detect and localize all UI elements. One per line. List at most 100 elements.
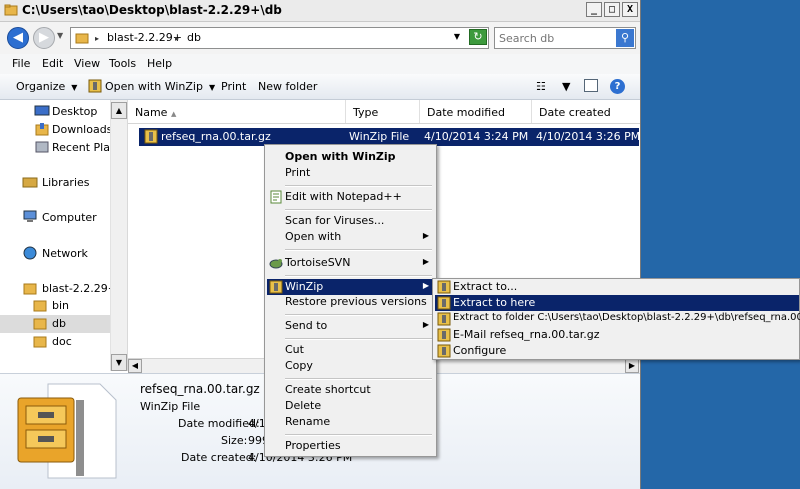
scroll-left-icon[interactable]: ◀ (128, 359, 142, 373)
computer-icon (23, 210, 37, 222)
breadcrumb-db[interactable]: db (187, 31, 201, 44)
menu-item-open-with[interactable]: Open with ▶ (267, 229, 434, 245)
address-dropdown-icon[interactable]: ▼ (454, 32, 460, 41)
nav-item-libraries[interactable]: Libraries (0, 174, 110, 192)
folder-icon (4, 4, 18, 16)
scroll-up-icon[interactable]: ▲ (111, 102, 127, 119)
menu-item-create-shortcut[interactable]: Create shortcut (267, 382, 434, 398)
column-date-created[interactable]: Date created (532, 100, 640, 123)
winzip-file-icon (144, 129, 158, 144)
network-icon (23, 246, 37, 260)
menu-item-scan-viruses[interactable]: Scan for Viruses... (267, 213, 434, 229)
menu-item-tortoisesvn[interactable]: TortoiseSVN ▶ (267, 255, 434, 271)
menu-edit[interactable]: Edit (42, 57, 63, 70)
menu-item-restore-previous[interactable]: Restore previous versions (267, 294, 434, 310)
menu-item-open-with-winzip[interactable]: Open with WinZip (267, 149, 434, 165)
folder-icon (33, 336, 47, 348)
address-bar[interactable]: ▸ blast-2.2.29+ ▸ db ▼ (70, 27, 489, 49)
chevron-down-icon: ▼ (208, 83, 216, 92)
column-date-modified[interactable]: Date modified (420, 100, 532, 123)
column-name[interactable]: Name ▲ (128, 100, 346, 123)
nav-item-downloads[interactable]: Downloads (0, 121, 112, 139)
submenu-arrow-icon: ▶ (422, 281, 429, 290)
minimize-button[interactable]: _ (586, 2, 602, 17)
help-icon[interactable]: ? (610, 79, 625, 94)
winzip-icon (437, 344, 451, 358)
title-bar[interactable]: C:\Users\tao\Desktop\blast-2.2.29+\db _ … (0, 0, 640, 22)
menu-item-send-to[interactable]: Send to ▶ (267, 318, 434, 334)
menu-file[interactable]: File (12, 57, 30, 70)
new-folder-button[interactable]: New folder (258, 80, 317, 93)
menu-item-rename[interactable]: Rename (267, 414, 434, 430)
search-box[interactable]: ⚲ (494, 27, 636, 49)
search-input[interactable] (499, 30, 609, 46)
winzip-archive-icon (17, 383, 117, 479)
column-type[interactable]: Type (346, 100, 420, 123)
forward-button[interactable]: ▶ (33, 27, 55, 49)
submenu-item-email[interactable]: E-Mail refseq_rna.00.tar.gz (435, 327, 799, 343)
back-button[interactable]: ◀ (7, 27, 29, 49)
menu-help[interactable]: Help (147, 57, 172, 70)
menu-bar: File Edit View Tools Help (0, 54, 640, 74)
submenu-item-configure[interactable]: Configure (435, 343, 799, 359)
menu-item-delete[interactable]: Delete (267, 398, 434, 414)
nav-item-blast[interactable]: blast-2.2.29+ (0, 280, 117, 298)
menu-item-print[interactable]: Print (267, 165, 434, 181)
menu-separator (285, 209, 432, 211)
menu-separator (285, 378, 432, 380)
breadcrumb-arrow-icon[interactable]: ▸ (95, 34, 99, 43)
winzip-icon (437, 328, 451, 342)
nav-scrollbar[interactable]: ▲ ▼ (110, 100, 127, 371)
chevron-down-icon[interactable]: ▼ (562, 80, 570, 93)
menu-item-edit-notepadpp[interactable]: Edit with Notepad++ (267, 189, 434, 205)
column-header: Name ▲ Type Date modified Date created (128, 100, 640, 124)
winzip-icon (88, 79, 102, 93)
address-row: ◀ ▶ ▼ ▸ blast-2.2.29+ ▸ db ▼ ↻ ⚲ (0, 22, 640, 54)
nav-item-desktop[interactable]: Desktop (0, 103, 110, 121)
menu-item-properties[interactable]: Properties (267, 438, 434, 454)
scroll-right-icon[interactable]: ▶ (625, 359, 639, 373)
notepadpp-icon (270, 190, 282, 204)
navigation-pane: Desktop Downloads Recent Places Librarie… (0, 100, 128, 371)
recent-pages-dropdown-icon[interactable]: ▼ (57, 31, 63, 40)
search-icon[interactable]: ⚲ (616, 29, 634, 47)
maximize-button[interactable]: □ (604, 2, 620, 17)
context-menu: Open with WinZip Print Edit with Notepad… (264, 144, 437, 457)
chevron-down-icon: ▼ (71, 83, 78, 92)
organize-button[interactable]: Organize ▼ (16, 80, 77, 93)
menu-separator (285, 338, 432, 340)
winzip-icon (437, 312, 451, 326)
winzip-submenu: Extract to... Extract to here Extract to… (432, 278, 800, 360)
breadcrumb-arrow-icon[interactable]: ▸ (175, 34, 179, 43)
nav-item-recent-places[interactable]: Recent Places (0, 139, 110, 157)
file-type: WinZip File (349, 130, 410, 143)
preview-pane-icon[interactable] (584, 79, 598, 92)
print-button[interactable]: Print (221, 80, 246, 93)
nav-item-db[interactable]: db (0, 315, 110, 333)
menu-item-winzip[interactable]: WinZip ▶ (267, 279, 434, 295)
downloads-folder-icon (35, 123, 49, 136)
menu-view[interactable]: View (74, 57, 100, 70)
libraries-icon (22, 177, 38, 188)
file-name: refseq_rna.00.tar.gz (161, 130, 271, 143)
submenu-item-extract-here[interactable]: Extract to here (435, 295, 799, 311)
nav-item-computer[interactable]: Computer (0, 209, 110, 227)
menu-item-copy[interactable]: Copy (267, 358, 434, 374)
menu-tools[interactable]: Tools (109, 57, 136, 70)
nav-item-doc[interactable]: doc (0, 333, 110, 351)
menu-separator (285, 314, 432, 316)
folder-icon (33, 318, 47, 330)
close-button[interactable]: X (622, 2, 638, 17)
view-options-icon[interactable]: ☷ (536, 80, 546, 93)
refresh-button[interactable]: ↻ (469, 29, 487, 45)
breadcrumb-blast[interactable]: blast-2.2.29+ (107, 31, 182, 44)
nav-item-bin[interactable]: bin (0, 297, 110, 315)
details-file-type: WinZip File (140, 400, 201, 413)
submenu-item-extract-to[interactable]: Extract to... (435, 279, 799, 295)
window-title: C:\Users\tao\Desktop\blast-2.2.29+\db (22, 3, 282, 17)
submenu-item-extract-to-folder[interactable]: Extract to folder C:\Users\tao\Desktop\b… (435, 311, 800, 327)
menu-item-cut[interactable]: Cut (267, 342, 434, 358)
open-with-winzip-button[interactable]: Open with WinZip ▼ (105, 80, 215, 93)
scroll-down-icon[interactable]: ▼ (111, 354, 127, 371)
nav-item-network[interactable]: Network (0, 245, 110, 263)
